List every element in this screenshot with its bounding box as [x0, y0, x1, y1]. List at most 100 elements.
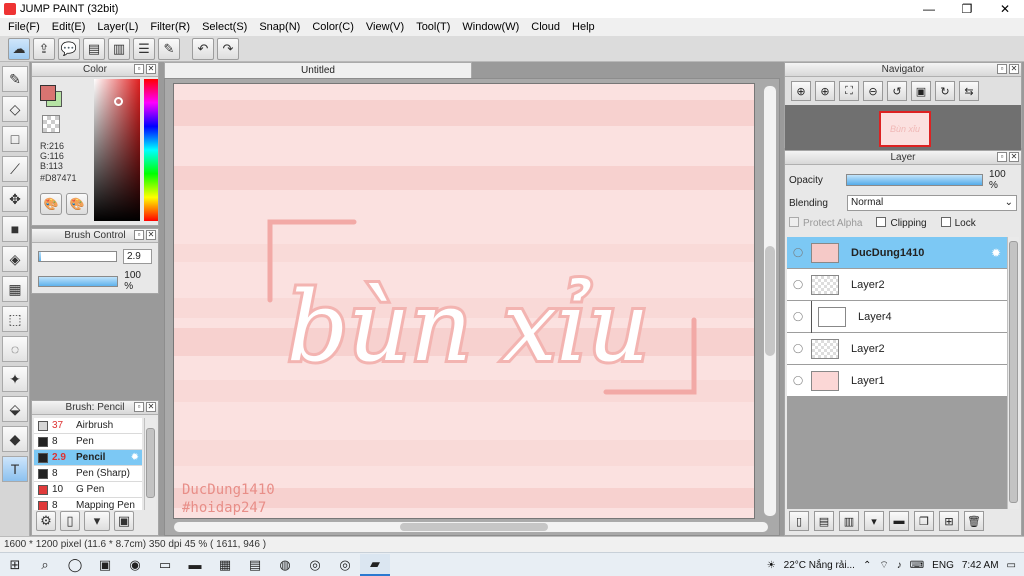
clock[interactable]: 7:42 AM — [962, 560, 999, 571]
edit-list-icon[interactable]: ✎ — [158, 37, 180, 60]
task-view-icon[interactable]: ◯ — [60, 554, 90, 576]
bucket-tool-icon[interactable]: ◈ — [2, 246, 28, 272]
brush-settings-icon[interactable]: ⚙ — [36, 511, 56, 531]
folder-icon[interactable]: ▬ — [889, 511, 909, 531]
gear-icon[interactable]: ✹ — [991, 246, 1001, 260]
weather-text[interactable]: 22°C Nắng rải... — [784, 560, 855, 571]
powerpoint-icon[interactable]: ▣ — [90, 554, 120, 576]
lasso-tool-icon[interactable]: ◌ — [2, 336, 28, 362]
fill-shape-tool-icon[interactable]: ■ — [2, 216, 28, 242]
layer-opacity-slider[interactable] — [846, 174, 983, 186]
gradient-tool-icon[interactable]: ▦ — [2, 276, 28, 302]
navigator-thumbnail[interactable]: Bùn xỉu — [879, 111, 931, 147]
explorer-icon[interactable]: ▬ — [180, 554, 210, 576]
brush-item-pen-sharp[interactable]: 8 Pen (Sharp) — [34, 466, 142, 482]
canvas-horizontal-scrollbar[interactable] — [173, 521, 769, 533]
saturation-value-picker[interactable] — [94, 79, 140, 221]
menu-color[interactable]: Color(C) — [306, 21, 360, 33]
new-brush-icon[interactable]: ▯ — [60, 511, 80, 531]
menu-filter[interactable]: Filter(R) — [144, 21, 196, 33]
brush-tool-icon[interactable]: ✎ — [2, 66, 28, 92]
rotate-right-icon[interactable]: ↻ — [935, 81, 955, 101]
brush-item-pen[interactable]: 8 Pen — [34, 434, 142, 450]
layer-list-scrollbar[interactable] — [1007, 237, 1019, 509]
visibility-icon[interactable]: ◯ — [791, 342, 805, 356]
windows-start-icon[interactable]: ⊞ — [0, 554, 30, 576]
jump-paint-icon[interactable]: ▰ — [360, 553, 390, 576]
edge-icon[interactable]: ◍ — [270, 554, 300, 576]
close-icon[interactable]: ✕ — [1009, 64, 1019, 74]
float-icon[interactable]: ▫ — [134, 402, 144, 412]
language-indicator[interactable]: ENG — [932, 560, 954, 571]
reset-view-icon[interactable]: ▣ — [911, 81, 931, 101]
maximize-button[interactable]: ❐ — [948, 0, 986, 18]
palette-edit-icon[interactable]: 🎨 — [66, 193, 88, 215]
comment-icon[interactable]: 💬 — [58, 37, 80, 60]
menu-cloud[interactable]: Cloud — [525, 21, 566, 33]
eraser-tool-icon[interactable]: ◇ — [2, 96, 28, 122]
menu-file[interactable]: File(F) — [2, 21, 46, 33]
brush-menu-icon[interactable]: ▾ — [84, 511, 110, 531]
layer-item-layer2-b[interactable]: ◯ Layer2 — [787, 333, 1007, 365]
weather-icon[interactable]: ☀ — [767, 560, 776, 571]
close-icon[interactable]: ✕ — [146, 64, 156, 74]
select-eraser-tool-icon[interactable]: ◆ — [2, 426, 28, 452]
message-icon[interactable]: ▤ — [83, 37, 105, 60]
copy-brush-icon[interactable]: ▣ — [114, 511, 134, 531]
redo-icon[interactable]: ↷ — [217, 37, 239, 60]
float-icon[interactable]: ▫ — [997, 152, 1007, 162]
transparent-color-swatch[interactable] — [42, 115, 60, 133]
move-tool-icon[interactable]: ✥ — [2, 186, 28, 212]
visibility-icon[interactable]: ◯ — [791, 374, 805, 388]
new-raster-layer-icon[interactable]: ▤ — [814, 511, 834, 531]
brush-list-scrollbar[interactable] — [144, 418, 156, 510]
zoom-in-icon[interactable]: ⊕ — [815, 81, 835, 101]
monitor-icon[interactable]: ▭ — [150, 554, 180, 576]
search-icon[interactable]: ⌕ — [30, 554, 60, 576]
rect-select-tool-icon[interactable]: ⬚ — [2, 306, 28, 332]
zoom-actual-icon[interactable]: ⊕ — [791, 81, 811, 101]
volume-icon[interactable]: ♪ — [897, 560, 902, 571]
float-icon[interactable]: ▫ — [997, 64, 1007, 74]
layer-item-layer1[interactable]: ◯ Layer1 — [787, 365, 1007, 397]
float-icon[interactable]: ▫ — [134, 230, 144, 240]
navigator-view[interactable]: Bùn xỉu — [785, 105, 1021, 151]
layer-item-layer2[interactable]: ◯ Layer2 — [787, 269, 1007, 301]
fit-icon[interactable]: ⛶ — [839, 81, 859, 101]
tab-untitled[interactable]: Untitled — [164, 62, 472, 78]
cloud-icon[interactable]: ☁ — [8, 37, 30, 60]
close-icon[interactable]: ✕ — [1009, 152, 1019, 162]
select-pen-tool-icon[interactable]: ⬙ — [2, 396, 28, 422]
chrome-icon[interactable]: ◎ — [300, 554, 330, 576]
zoom-out-icon[interactable]: ⊖ — [863, 81, 883, 101]
undo-icon[interactable]: ↶ — [192, 37, 214, 60]
layer-item-layer4[interactable]: ◯ Layer4 — [787, 300, 1007, 333]
new-layer-1bit-icon[interactable]: ▥ — [839, 511, 859, 531]
menu-window[interactable]: Window(W) — [456, 21, 525, 33]
brush-item-mapping-pen[interactable]: 8 Mapping Pen — [34, 498, 142, 510]
foreground-color-swatch[interactable] — [40, 85, 56, 101]
visibility-icon[interactable]: ◯ — [791, 310, 805, 324]
network-icon[interactable]: ⌔ — [879, 559, 888, 572]
brush-opacity-slider[interactable] — [38, 275, 119, 287]
lock-checkbox[interactable]: Lock — [940, 217, 976, 229]
clipping-checkbox[interactable]: Clipping — [876, 217, 927, 229]
canvas-vertical-scrollbar[interactable] — [763, 85, 777, 517]
menu-help[interactable]: Help — [566, 21, 601, 33]
brush-item-pencil[interactable]: 2.9 Pencil ✹ — [34, 450, 142, 466]
magic-wand-tool-icon[interactable]: ✦ — [2, 366, 28, 392]
brush-item-airbrush[interactable]: 37 Airbrush — [34, 418, 142, 434]
float-icon[interactable]: ▫ — [134, 64, 144, 74]
gear-icon[interactable]: ✹ — [131, 452, 139, 463]
merge-layer-icon[interactable]: ⊞ — [939, 511, 959, 531]
keyboard-icon[interactable]: ⌨ — [910, 560, 924, 571]
document-icon[interactable]: ▥ — [108, 37, 130, 60]
chevron-up-icon[interactable]: ⌃ — [863, 560, 871, 571]
word-icon[interactable]: ▤ — [240, 554, 270, 576]
brush-size-value[interactable]: 2.9 — [122, 249, 152, 264]
hue-slider[interactable] — [144, 79, 158, 221]
rectangle-tool-icon[interactable]: □ — [2, 126, 28, 152]
notification-icon[interactable]: ▭ — [1007, 560, 1016, 571]
flip-icon[interactable]: ⇆ — [959, 81, 979, 101]
trash-icon[interactable]: 🗑 — [964, 511, 984, 531]
